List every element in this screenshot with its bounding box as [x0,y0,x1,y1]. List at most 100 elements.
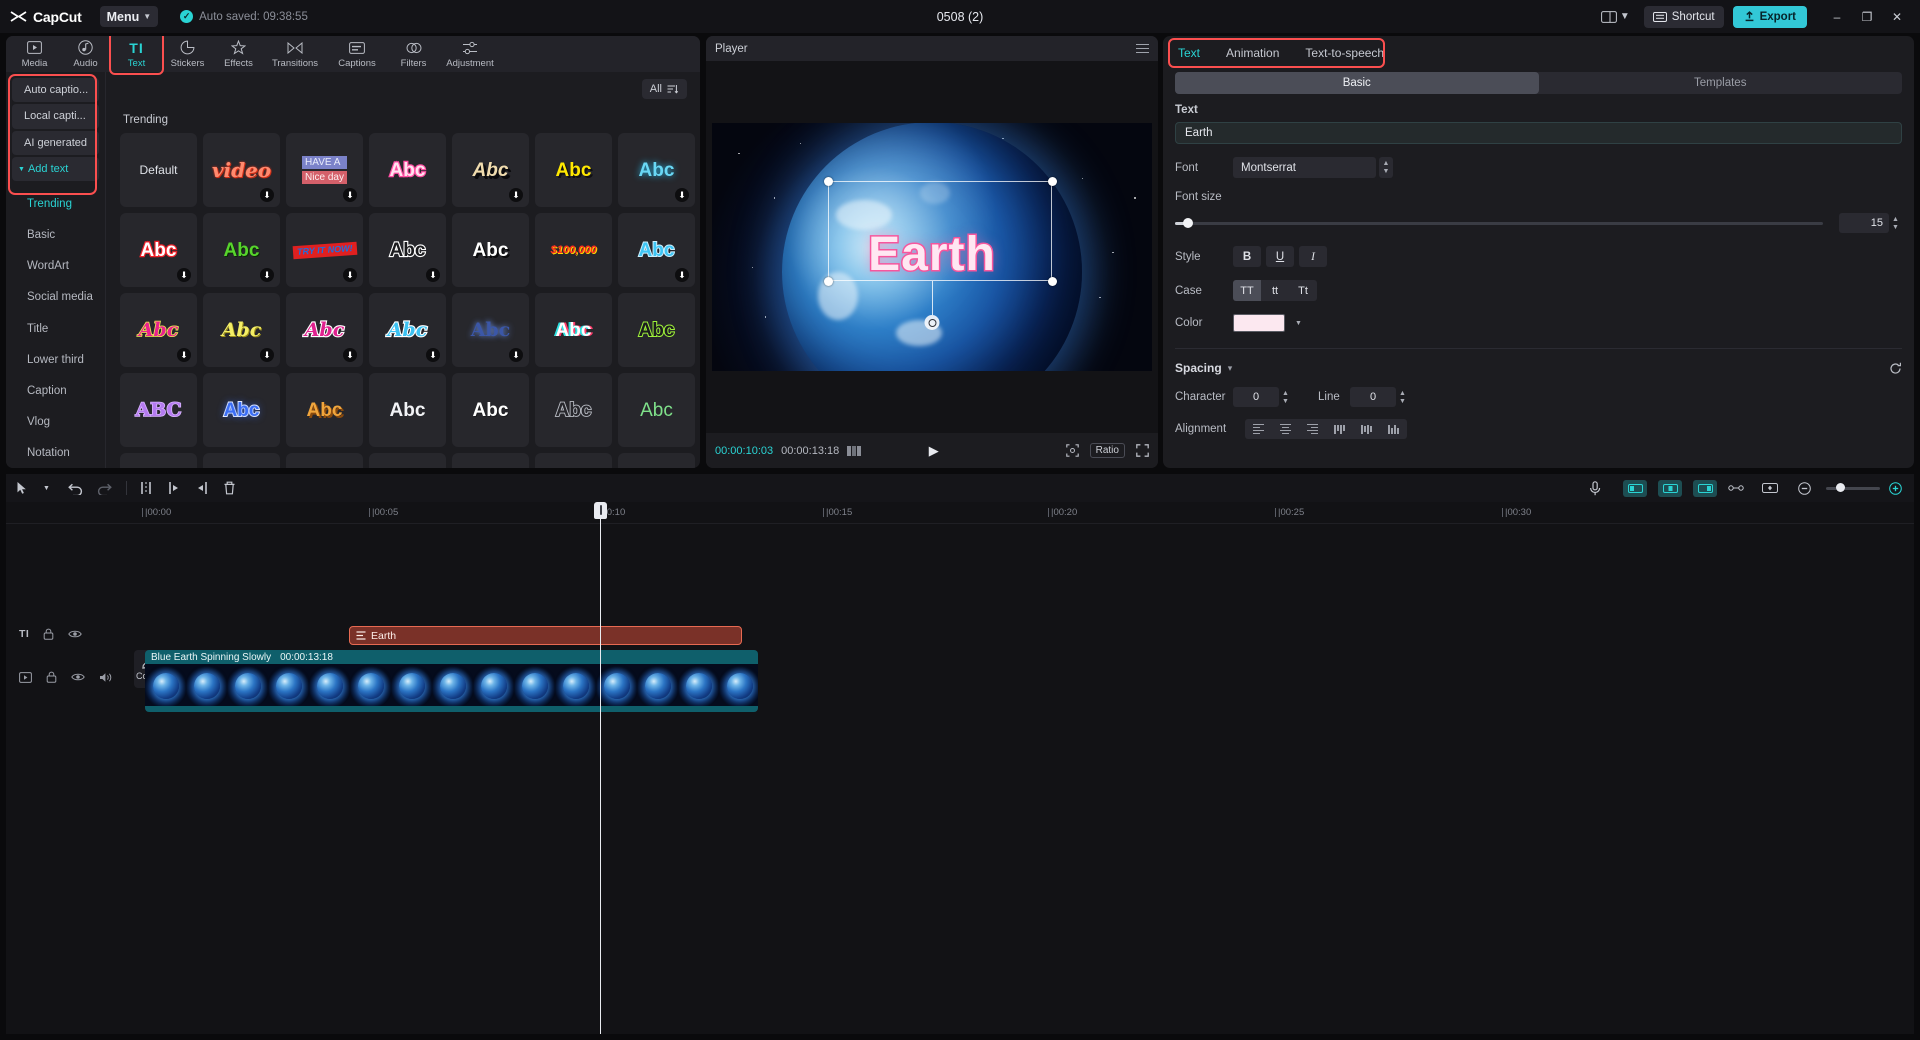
template-item[interactable]: Abc [618,373,695,447]
category-trending[interactable]: Trending [6,189,105,218]
template-item[interactable] [369,453,446,468]
track-level-2-button[interactable] [1658,479,1682,497]
export-button[interactable]: Export [1732,5,1807,28]
frames-icon[interactable] [847,445,862,456]
font-size-slider[interactable] [1175,218,1823,228]
template-item[interactable]: Abc [618,293,695,367]
timeline[interactable]: |00:00 |00:05 |00:10 |00:15 |00:20 |00:2… [6,502,1914,1034]
download-icon[interactable]: ⬇ [509,348,523,362]
template-item[interactable]: Abc [369,373,446,447]
template-item[interactable]: Default [120,133,197,207]
font-select[interactable]: Montserrat [1233,157,1376,178]
template-item[interactable] [286,453,363,468]
template-item[interactable]: Abc [369,133,446,207]
font-size-stepper[interactable]: ▲ ▼ [1889,213,1902,233]
sidebar-item-effects[interactable]: Effects [214,36,263,72]
zoom-out-icon[interactable] [1798,478,1811,498]
color-swatch[interactable] [1233,314,1285,332]
zoom-in-icon[interactable] [1889,478,1902,498]
sidebar-item-filters[interactable]: Filters [389,36,438,72]
category-wordart[interactable]: WordArt [6,252,105,281]
video-clip[interactable]: Blue Earth Spinning Slowly 00:00:13:18 [145,650,758,712]
download-icon[interactable]: ⬇ [675,188,689,202]
case-titlecase-button[interactable]: Tt [1289,280,1317,301]
align-right-button[interactable] [1299,419,1326,439]
rotate-handle[interactable] [924,315,940,330]
case-lowercase-button[interactable]: tt [1261,280,1289,301]
download-icon[interactable]: ⬇ [177,268,191,282]
player-menu-icon[interactable] [1136,43,1149,54]
align-center-button[interactable] [1272,419,1299,439]
maximize-button[interactable]: ❐ [1852,0,1882,33]
select-dropdown-icon[interactable]: ▼ [43,478,50,498]
microphone-icon[interactable] [1589,478,1601,498]
template-item[interactable]: Abc [535,373,612,447]
category-basic[interactable]: Basic [6,220,105,249]
download-icon[interactable]: ⬇ [426,348,440,362]
lock-icon[interactable] [46,671,57,683]
template-item[interactable]: video ⬇ [203,133,280,207]
playhead-handle[interactable] [594,502,607,519]
align-vbottom-button[interactable] [1380,419,1407,439]
chevron-down-icon[interactable]: ▼ [1295,320,1302,327]
template-item[interactable]: Abc [286,373,363,447]
align-vtop-button[interactable] [1326,419,1353,439]
template-item[interactable]: Abc ⬇ [618,133,695,207]
fullscreen-icon[interactable] [1136,444,1149,457]
template-item[interactable]: Abc [535,133,612,207]
template-item[interactable]: Abc [203,373,280,447]
timeline-ruler[interactable]: |00:00 |00:05 |00:10 |00:15 |00:20 |00:2… [6,502,1914,524]
template-item[interactable]: HAVE A Nice day ⬇ [286,133,363,207]
character-stepper[interactable]: ▲ ▼ [1279,387,1292,407]
download-icon[interactable]: ⬇ [509,188,523,202]
segment-basic[interactable]: Basic [1175,72,1539,94]
text-input[interactable]: Earth [1175,122,1902,144]
category-caption[interactable]: Caption [6,376,105,405]
crop-icon[interactable] [1065,444,1079,457]
minimize-button[interactable]: – [1822,0,1852,33]
font-stepper[interactable]: ▲ ▼ [1379,157,1393,178]
template-item[interactable] [203,453,280,468]
volume-icon[interactable] [99,672,113,683]
slider-knob[interactable] [1183,218,1193,228]
lock-icon[interactable] [43,628,54,640]
link-clips-icon[interactable] [1728,478,1744,498]
sidebar-item-media[interactable]: Media [10,36,59,72]
template-item[interactable] [618,453,695,468]
category-notation[interactable]: Notation [6,439,105,468]
download-icon[interactable]: ⬇ [343,348,357,362]
sidebar-item-transitions[interactable]: Transitions [265,36,325,72]
template-item[interactable]: Abc ⬇ [618,213,695,287]
underline-button[interactable]: U [1266,246,1294,267]
category-lower-third[interactable]: Lower third [6,345,105,374]
template-item[interactable] [120,453,197,468]
category-social-media[interactable]: Social media [6,283,105,312]
eye-icon[interactable] [71,672,85,682]
ratio-button[interactable]: Ratio [1089,443,1125,458]
template-item[interactable]: $100,000 [535,213,612,287]
resize-handle-tr[interactable] [1048,177,1057,186]
eye-icon[interactable] [68,629,83,639]
category-title[interactable]: Title [6,314,105,343]
template-item[interactable] [535,453,612,468]
bold-button[interactable]: B [1233,246,1261,267]
template-item[interactable]: Abc ⬇ [369,293,446,367]
segment-templates[interactable]: Templates [1539,72,1903,94]
add-text-button[interactable]: ▼ Add text [12,156,99,182]
template-item[interactable]: Abc ⬇ [369,213,446,287]
all-filter-button[interactable]: All [641,79,687,99]
player-canvas[interactable]: Earth [712,123,1152,371]
resize-handle-bl[interactable] [824,277,833,286]
align-left-button[interactable] [1245,419,1272,439]
template-item[interactable]: Abc ⬇ [203,293,280,367]
template-item[interactable]: Abc ⬇ [452,133,529,207]
undo-icon[interactable] [68,478,83,498]
ai-generated-button[interactable]: AI generated [12,130,99,155]
sidebar-item-text[interactable]: TI Text [109,36,164,75]
layout-button[interactable]: ▼ [1596,8,1635,26]
template-item[interactable]: Abc ⬇ [452,293,529,367]
delete-icon[interactable] [223,478,236,498]
download-icon[interactable]: ⬇ [260,188,274,202]
template-item[interactable]: Abc [452,213,529,287]
tab-text-to-speech[interactable]: Text-to-speech [1305,46,1384,60]
